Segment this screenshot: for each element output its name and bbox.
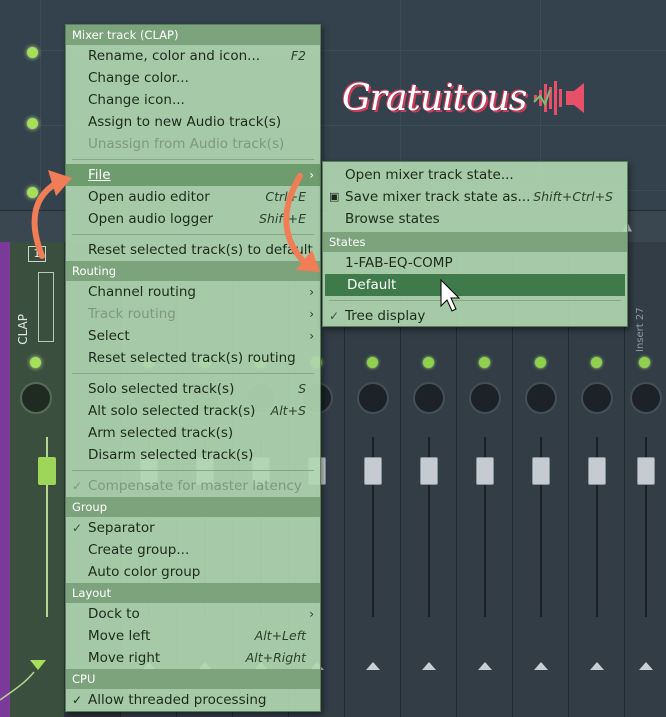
menu-item-create-group[interactable]: Create group...	[66, 539, 320, 561]
menu-item-open-state[interactable]: Open mixer track state...	[323, 164, 627, 186]
track-mute-led[interactable]	[27, 118, 38, 129]
chevron-right-icon: ›	[309, 168, 314, 182]
checkmark-icon: ✓	[72, 479, 83, 493]
checkmark-icon: ✓	[72, 521, 83, 535]
menu-item-threaded-processing[interactable]: ✓ Allow threaded processing	[66, 689, 320, 711]
checkmark-icon: ✓	[329, 309, 340, 323]
menu-item-unassign-audio: Unassign from Audio track(s)	[88, 136, 285, 152]
menu-item-move-right[interactable]: Move right Alt+Right	[66, 647, 320, 669]
menu-item-dock-to[interactable]: Dock to ›	[66, 603, 320, 625]
track-color-bar	[0, 242, 10, 717]
menu-item-state-1-fab-eq-comp[interactable]: 1-FAB-EQ-COMP	[323, 252, 627, 274]
save-icon: ▣	[329, 190, 340, 203]
menu-item-change-color[interactable]: Change color...	[66, 67, 320, 89]
chevron-right-icon: ›	[309, 329, 314, 343]
menu-item-track-routing: Track routing ›	[66, 303, 320, 325]
menu-header-group: Group	[66, 497, 320, 517]
chevron-right-icon: ›	[309, 607, 314, 621]
menu-item-state-default[interactable]: Default	[325, 274, 625, 296]
track-number: 1	[28, 246, 46, 262]
mute-led[interactable]	[30, 357, 41, 368]
speaker-wave-logo-icon	[533, 81, 585, 115]
menu-item-auto-color-group[interactable]: Auto color group	[66, 561, 320, 583]
route-down-arrow-icon[interactable]	[30, 660, 46, 670]
gratuitous-logo: Gratuitous	[342, 68, 592, 128]
insert-name: Insert 27	[635, 307, 646, 352]
menu-header-routing: Routing	[66, 261, 320, 281]
menu-separator	[72, 470, 314, 471]
peak-meter	[38, 272, 54, 342]
menu-item-save-state[interactable]: ▣ Save mixer track state as... Shift+Ctrl+…	[323, 186, 627, 208]
mixer-track-context-menu: Mixer track (CLAP) Rename, color and ico…	[65, 24, 321, 712]
menu-item-separator[interactable]: ✓ Separator	[66, 517, 320, 539]
menu-header-layout: Layout	[66, 583, 320, 603]
chevron-right-icon: ›	[309, 307, 314, 321]
menu-item-alt-solo[interactable]: Alt solo selected track(s) Alt+S	[66, 400, 320, 422]
file-submenu: Open mixer track state... ▣ Save mixer tr…	[322, 161, 628, 327]
fl-studio-mixer-window: Gratuitous ▲ 27 Insert 27 1	[0, 0, 666, 717]
menu-separator	[72, 159, 314, 160]
menu-item-browse-states[interactable]: Browse states	[323, 208, 627, 230]
menu-header-cpu: CPU	[66, 669, 320, 689]
track-mute-led[interactable]	[27, 47, 38, 58]
menu-separator	[72, 234, 314, 235]
pan-knob[interactable]	[20, 382, 52, 414]
menu-item-open-audio-editor[interactable]: Open audio editor Ctrl+E	[66, 186, 320, 208]
logo-text: Gratuitous	[342, 77, 527, 119]
menu-item-rename[interactable]: Rename, color and icon... F2	[66, 45, 320, 67]
menu-item-move-left[interactable]: Move left Alt+Left	[66, 625, 320, 647]
menu-item-reset-to-default[interactable]: Reset selected track(s) to default	[66, 239, 320, 261]
menu-item-solo[interactable]: Solo selected track(s) S	[66, 378, 320, 400]
menu-separator	[329, 300, 621, 301]
menu-item-compensate-latency: ✓ Compensate for master latency	[66, 475, 320, 497]
menu-header-track: Mixer track (CLAP)	[66, 25, 320, 45]
menu-item-select[interactable]: Select ›	[66, 325, 320, 347]
menu-item-file[interactable]: File ›	[66, 164, 320, 186]
mixer-strip-clap[interactable]: 1 CLAP	[10, 242, 64, 717]
menu-separator	[72, 373, 314, 374]
menu-item-reset-routing[interactable]: Reset selected track(s) routing	[66, 347, 320, 369]
menu-item-disarm[interactable]: Disarm selected track(s)	[66, 444, 320, 466]
menu-header-states: States	[323, 232, 627, 252]
track-name: CLAP	[16, 314, 30, 345]
menu-item-arm[interactable]: Arm selected track(s)	[66, 422, 320, 444]
mixer-strip-insert-27[interactable]: Insert 27	[624, 242, 666, 717]
menu-item-change-icon[interactable]: Change icon...	[66, 89, 320, 111]
menu-item-assign-audio[interactable]: Assign to new Audio track(s)	[66, 111, 320, 133]
menu-item-open-audio-logger[interactable]: Open audio logger Shift+E	[66, 208, 320, 230]
checkmark-icon: ✓	[72, 693, 83, 707]
menu-item-tree-display[interactable]: ✓ Tree display	[323, 305, 627, 327]
chevron-right-icon: ›	[309, 285, 314, 299]
track-mute-led[interactable]	[27, 187, 38, 198]
volume-fader[interactable]	[38, 457, 56, 485]
menu-item-channel-routing[interactable]: Channel routing ›	[66, 281, 320, 303]
